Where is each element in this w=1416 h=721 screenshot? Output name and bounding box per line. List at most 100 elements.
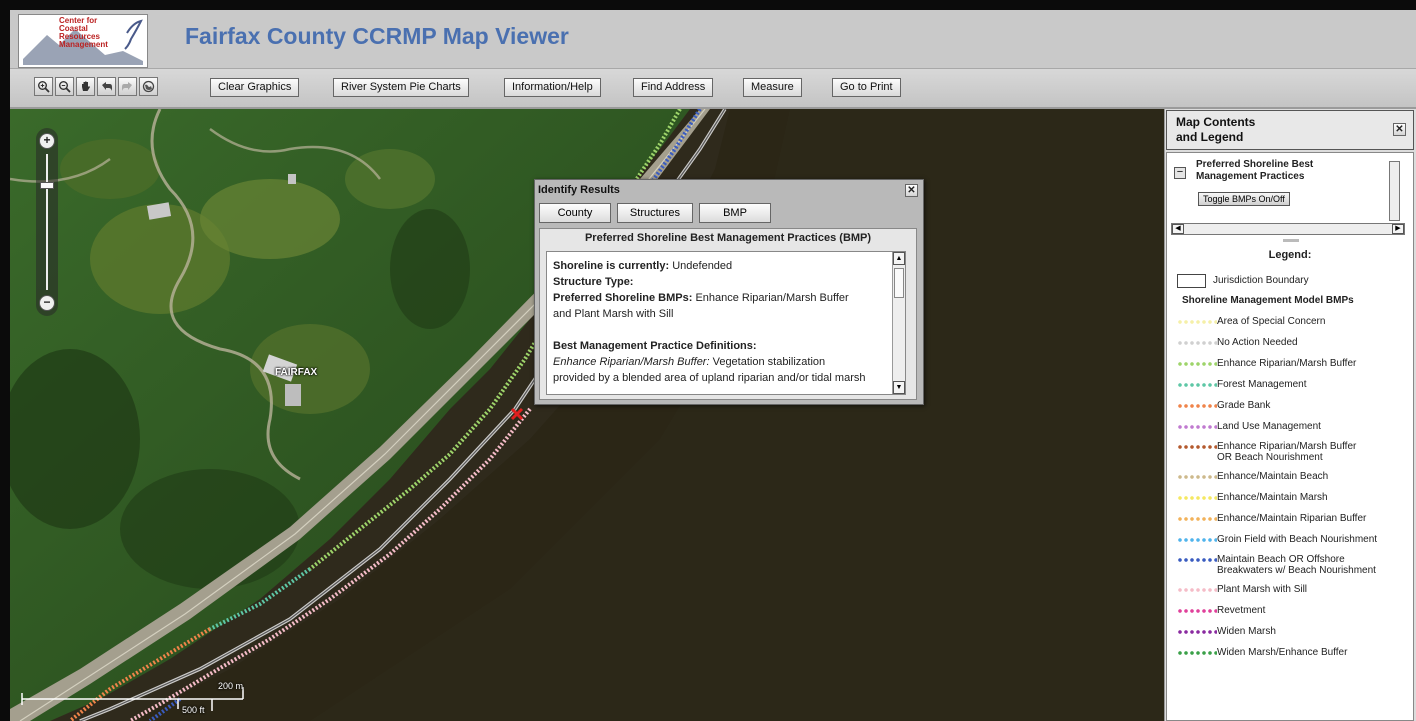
legend-item-label: Land Use Management [1217,421,1321,432]
legend-item-label: Enhance Riparian/Marsh Buffer [1217,358,1357,369]
pan-hand-icon[interactable] [76,77,95,96]
forward-arrow-icon[interactable] [118,77,137,96]
scroll-right-icon[interactable]: ▶ [1392,224,1404,234]
definition-row: Enhance Riparian/Marsh Buffer: Vegetatio… [553,354,891,370]
app-window: Center for Coastal Resources Management … [10,10,1416,721]
full-extent-icon[interactable] [139,77,158,96]
jurisdiction-swatch [1177,274,1206,288]
ccrm-logo: Center for Coastal Resources Management [18,14,148,68]
legend-item: Enhance/Maintain Beach [1177,471,1413,491]
legend-body: − Preferred Shoreline Best Management Pr… [1166,152,1414,721]
shoreline-label: Shoreline is currently: [553,260,670,272]
legend-swatch [1177,425,1217,429]
legend-item: Enhance/Maintain Marsh [1177,492,1413,512]
legend-swatch [1177,588,1217,592]
back-arrow-icon[interactable] [97,77,116,96]
legend-item-label: Grade Bank [1217,400,1271,411]
legend-panel-title-line: and Legend [1176,130,1244,144]
legend-item: No Action Needed [1177,337,1413,357]
legend-panel-title-line: Map Contents [1176,115,1256,129]
layer-list-hscrollbar[interactable]: ◀ ▶ [1171,223,1405,235]
splitter-handle[interactable] [1283,239,1299,242]
legend-item: Maintain Beach OR Offshore Breakwaters w/… [1177,554,1413,576]
legend-item: Forest Management [1177,379,1413,399]
bmp-value: Enhance Riparian/Marsh Buffer [695,292,849,304]
layer-list-scrollbar[interactable] [1389,161,1400,221]
legend-item: Land Use Management [1177,421,1413,441]
legend-item-label: Area of Special Concern [1217,316,1326,327]
legend-item-label: Plant Marsh with Sill [1217,584,1308,595]
zoom-thumb[interactable] [40,182,54,189]
legend-panel-title: Map Contents and Legend [1176,115,1255,145]
definition-text: Vegetation stabilization [712,356,826,368]
close-icon[interactable]: ✕ [1393,123,1406,136]
app-header: Center for Coastal Resources Management … [10,10,1416,69]
tab-county[interactable]: County [539,203,611,223]
definition-text-cont: provided by a blended area of upland rip… [553,372,866,384]
bmp-value-cont: and Plant Marsh with Sill [553,308,674,320]
definitions-heading-text: Best Management Practice Definitions: [553,340,757,352]
legend-swatch [1177,341,1217,345]
panel-title: Preferred Shoreline Best Management Prac… [584,232,872,244]
legend-item-label-line: OR Beach Nourishment [1217,452,1323,463]
results-scrollbar[interactable]: ▲ ▼ [892,252,905,394]
zoom-slider[interactable]: + − [36,128,58,316]
logo-text: Center for Coastal Resources Management [59,17,108,49]
legend-item-label: Maintain Beach OR Offshore Breakwaters w/… [1217,554,1376,576]
layer-list: − Preferred Shoreline Best Management Pr… [1171,157,1403,230]
scroll-left-icon[interactable]: ◀ [1172,224,1184,234]
legend-item: Enhance Riparian/Marsh Buffer OR Beach No… [1177,441,1413,463]
legend-item-label-line: Enhance Riparian/Marsh Buffer [1217,441,1357,452]
identify-results-dialog: Identify Results ✕ County Structures BMP… [534,179,924,405]
zoom-out-icon[interactable] [55,77,74,96]
place-label: FAIRFAX [275,367,318,378]
legend-item: Enhance/Maintain Riparian Buffer [1177,513,1413,533]
measure-button[interactable]: Measure [743,78,802,97]
zoom-in-icon[interactable] [34,77,53,96]
legend-swatch [1177,445,1217,449]
scroll-thumb[interactable] [894,268,904,298]
scale-label-metric: 200 m [218,681,244,691]
results-text: Shoreline is currently: Undefended Struc… [553,258,891,386]
structure-label: Structure Type: [553,276,634,288]
layer-name-line: Management Practices [1196,171,1305,182]
zoom-plus-button[interactable]: + [39,133,55,149]
legend-item-label: No Action Needed [1217,337,1298,348]
scroll-up-icon[interactable]: ▲ [893,252,905,265]
app-title: Fairfax County CCRMP Map Viewer [185,23,569,49]
tab-structures[interactable]: Structures [617,203,693,223]
legend-swatch [1177,517,1217,521]
toggle-bmps-button[interactable]: Toggle BMPs On/Off [1198,192,1290,206]
jurisdiction-label: Jurisdiction Boundary [1213,275,1309,286]
legend-header: Map Contents and Legend ✕ [1166,110,1414,150]
legend-item: Revetment [1177,605,1413,625]
legend-swatch [1177,609,1217,613]
shoreline-value: Undefended [672,260,733,272]
legend-item-label: Revetment [1217,605,1266,616]
river-system-pie-charts-button[interactable]: River System Pie Charts [333,78,469,97]
legend-item-label-line: Maintain Beach OR Offshore [1217,554,1345,565]
layer-name: Preferred Shoreline Best Management Prac… [1196,159,1313,183]
tab-bmp[interactable]: BMP [699,203,771,223]
legend-item: Enhance Riparian/Marsh Buffer [1177,358,1413,378]
legend-item: Widen Marsh/Enhance Buffer [1177,647,1413,667]
legend-item: Area of Special Concern [1177,316,1413,336]
scale-bar: 200 m 500 ft [18,679,258,719]
information-help-button[interactable]: Information/Help [504,78,601,97]
legend-item-label: Enhance/Maintain Riparian Buffer [1217,513,1367,524]
legend-item: Groin Field with Beach Nourishment [1177,534,1413,554]
clear-graphics-button[interactable]: Clear Graphics [210,78,300,97]
bmp-group-title: Shoreline Management Model BMPs [1182,295,1354,306]
zoom-track[interactable] [46,154,48,290]
close-icon[interactable]: ✕ [905,184,918,197]
legend-item-label: Enhance/Maintain Marsh [1217,492,1328,503]
collapse-icon[interactable]: − [1174,167,1186,179]
legend-swatch [1177,475,1217,479]
scroll-down-icon[interactable]: ▼ [893,381,905,394]
legend-swatch [1177,362,1217,366]
find-address-button[interactable]: Find Address [633,78,714,97]
legend-item-label-line: Breakwaters w/ Beach Nourishment [1217,565,1376,576]
zoom-minus-button[interactable]: − [39,295,55,311]
go-to-print-button[interactable]: Go to Print [832,78,901,97]
dialog-title: Identify Results [538,184,620,196]
